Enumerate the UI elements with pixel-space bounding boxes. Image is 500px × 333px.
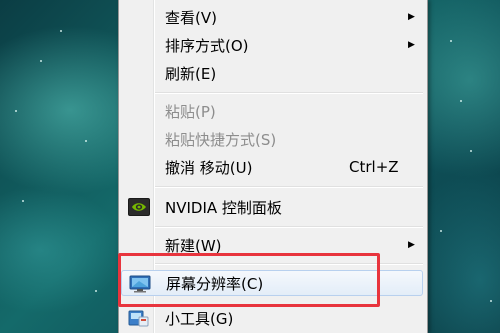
- menu-item-label: NVIDIA 控制面板: [165, 198, 282, 217]
- nvidia-icon: [128, 198, 150, 216]
- menu-item-shortcut: Ctrl+Z: [349, 158, 399, 176]
- menu-item-sort-by[interactable]: 排序方式(O) ▶: [121, 32, 425, 58]
- menu-item-label: 撤消 移动(U): [165, 158, 253, 177]
- menu-item-refresh[interactable]: 刷新(E): [121, 60, 425, 86]
- menu-item-label: 刷新(E): [165, 64, 217, 83]
- menu-item-label: 小工具(G): [165, 309, 234, 328]
- menu-item-undo-move[interactable]: 撤消 移动(U) Ctrl+Z: [121, 154, 425, 180]
- menu-item-label: 粘贴(P): [165, 102, 216, 121]
- submenu-arrow-icon: ▶: [408, 40, 415, 50]
- gadgets-icon: [128, 309, 150, 327]
- menu-item-label: 查看(V): [165, 8, 217, 27]
- highlight-annotation-box: [118, 253, 380, 307]
- submenu-arrow-icon: ▶: [408, 240, 415, 250]
- menu-item-label: 粘贴快捷方式(S): [165, 130, 277, 149]
- menu-item-gadgets[interactable]: 小工具(G): [121, 305, 425, 331]
- menu-separator: [155, 92, 423, 94]
- menu-separator: [155, 186, 423, 188]
- menu-item-paste-shortcut: 粘贴快捷方式(S): [121, 126, 425, 152]
- menu-item-label: 排序方式(O): [165, 36, 249, 55]
- menu-item-paste: 粘贴(P): [121, 98, 425, 124]
- menu-item-nvidia-control-panel[interactable]: NVIDIA 控制面板: [121, 194, 425, 220]
- menu-separator: [155, 226, 423, 228]
- submenu-arrow-icon: ▶: [408, 12, 415, 22]
- menu-item-view[interactable]: 查看(V) ▶: [121, 4, 425, 30]
